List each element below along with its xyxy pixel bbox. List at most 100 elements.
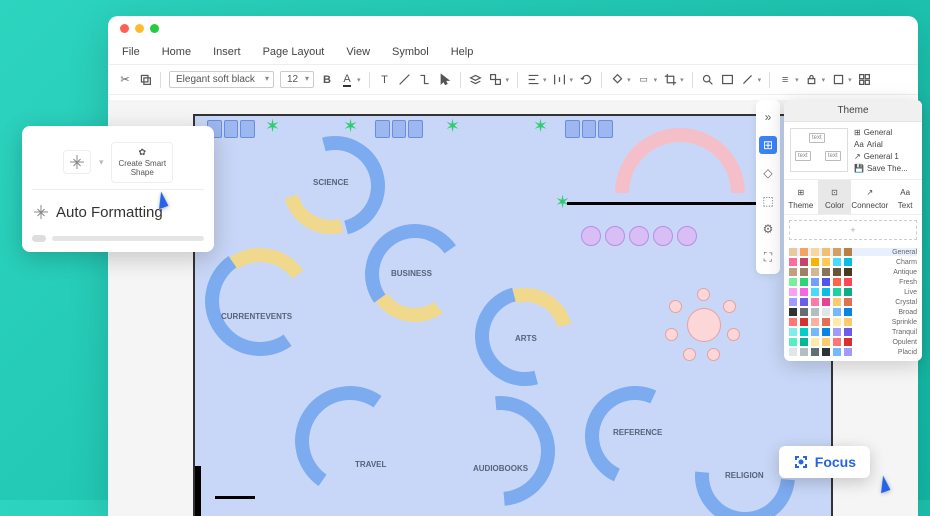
reset-icon[interactable]: [579, 73, 593, 87]
label-religion: RELIGION: [725, 471, 764, 480]
font-color-icon[interactable]: A: [340, 73, 354, 87]
label-science: SCIENCE: [313, 178, 349, 187]
plant-icon: ✶: [343, 116, 358, 137]
side-toolbar: » ⊞ ◇ ⬚ ⚙ ⛶: [756, 100, 780, 274]
swatch-row[interactable]: Antique: [789, 268, 917, 276]
layers-icon[interactable]: [469, 73, 483, 87]
line-icon[interactable]: [398, 73, 412, 87]
theme-opt-general[interactable]: ⊞General: [854, 128, 916, 137]
sofa-3: [565, 120, 613, 138]
label-arts: ARTS: [515, 334, 537, 343]
sofa-2: [375, 120, 423, 138]
menu-symbol[interactable]: Symbol: [392, 46, 429, 58]
label-currentevents: CURRENTEVENTS: [221, 312, 292, 321]
theme-opt-general1[interactable]: ↗General 1: [854, 152, 916, 161]
pointer-icon[interactable]: [438, 73, 452, 87]
wall-segment: [567, 202, 767, 205]
shape-tool-icon[interactable]: ◇: [759, 164, 777, 182]
arc-currentevents-inner: [199, 240, 322, 363]
theme-tabs: ⊞Theme ⊡Color ↗Connector AaText: [784, 179, 922, 215]
plant-icon: ✶: [533, 116, 548, 137]
minimize-dot[interactable]: [135, 24, 144, 33]
sparkle-dropdown[interactable]: [63, 150, 91, 174]
bold-icon[interactable]: B: [320, 73, 334, 87]
zoom-icon[interactable]: [701, 73, 715, 87]
menu-insert[interactable]: Insert: [213, 46, 241, 58]
swatch-list: General Charm Antique Fresh Live Crystal Broad…: [784, 245, 922, 361]
cube-tool-icon[interactable]: ⬚: [759, 192, 777, 210]
tab-theme[interactable]: ⊞Theme: [784, 180, 818, 214]
fit-icon[interactable]: [721, 73, 735, 87]
floor-plan-canvas[interactable]: ✶ ✶ ✶ ✶ ✶ SCIENCE CURRENTEVENTS BUSINESS…: [193, 114, 833, 516]
menu-page-layout[interactable]: Page Layout: [263, 46, 325, 58]
pen-icon[interactable]: [741, 73, 755, 87]
cut-icon[interactable]: ✂: [118, 73, 132, 87]
swatch-row[interactable]: Charm: [789, 258, 917, 266]
toolbar: ✂ Elegant soft black 12 B A▾ T ▾ ▾ ▾ ▾ ▭…: [108, 65, 918, 95]
auto-format-popup: ▾ ✿ Create Smart Shape Auto Formatting: [22, 126, 214, 252]
line-style-icon[interactable]: ≡: [778, 73, 792, 87]
menu-view[interactable]: View: [346, 46, 370, 58]
swatch-row[interactable]: Tranquil: [789, 328, 917, 336]
expand-icon[interactable]: »: [759, 108, 777, 126]
label-travel: TRAVEL: [355, 460, 386, 469]
tab-text[interactable]: AaText: [888, 180, 922, 214]
swatch-row[interactable]: Live: [789, 288, 917, 296]
format-slider[interactable]: [32, 235, 204, 242]
swatch-row[interactable]: General: [789, 248, 917, 256]
swatch-row[interactable]: Fresh: [789, 278, 917, 286]
font-select[interactable]: Elegant soft black: [169, 71, 274, 88]
theme-header: Theme: [784, 100, 922, 122]
lock-icon[interactable]: [805, 73, 819, 87]
auto-formatting-label: Auto Formatting: [32, 200, 204, 225]
plant-icon: ✶: [445, 116, 460, 137]
plant-icon: ✶: [265, 116, 280, 137]
theme-opt-arial[interactable]: AaArial: [854, 140, 916, 149]
wall-segment: [193, 466, 201, 516]
grid-tool-icon[interactable]: ⊞: [759, 136, 777, 154]
distribute-icon[interactable]: [553, 73, 567, 87]
focus-button[interactable]: Focus: [779, 446, 870, 478]
align-icon[interactable]: [526, 73, 540, 87]
menu-help[interactable]: Help: [451, 46, 474, 58]
arc-audiobooks: [423, 374, 578, 516]
fullscreen-tool-icon[interactable]: ⛶: [759, 248, 777, 266]
label-reference: REFERENCE: [613, 428, 662, 437]
group-icon[interactable]: [489, 73, 503, 87]
tab-connector[interactable]: ↗Connector: [851, 180, 888, 214]
wall-segment: [215, 496, 255, 499]
text-icon[interactable]: T: [378, 73, 392, 87]
maximize-dot[interactable]: [150, 24, 159, 33]
sofa-1: [207, 120, 255, 138]
more-icon[interactable]: [858, 73, 872, 87]
purple-seats: [581, 226, 697, 246]
swatch-row[interactable]: Placid: [789, 348, 917, 356]
menubar: File Home Insert Page Layout View Symbol…: [108, 40, 918, 65]
add-theme-button[interactable]: +: [789, 220, 917, 240]
theme-opt-save[interactable]: 💾Save The...: [854, 164, 916, 173]
round-table: [665, 286, 743, 364]
swatch-row[interactable]: Sprinkle: [789, 318, 917, 326]
swatch-row[interactable]: Opulent: [789, 338, 917, 346]
shape-icon[interactable]: [831, 73, 845, 87]
label-audiobooks: AUDIOBOOKS: [473, 464, 528, 473]
menu-file[interactable]: File: [122, 46, 140, 58]
font-size-select[interactable]: 12: [280, 71, 314, 88]
crop-icon[interactable]: [663, 73, 677, 87]
tab-color[interactable]: ⊡Color: [818, 180, 852, 214]
arc-travel: [286, 377, 413, 504]
copy-icon[interactable]: [138, 73, 152, 87]
swatch-row[interactable]: Broad: [789, 308, 917, 316]
titlebar: [108, 16, 918, 40]
connector-icon[interactable]: [418, 73, 432, 87]
theme-panel: Theme text text text ⊞General AaArial ↗G…: [784, 100, 922, 361]
close-dot[interactable]: [120, 24, 129, 33]
theme-preview: text text text: [790, 128, 848, 172]
menu-home[interactable]: Home: [162, 46, 191, 58]
swatch-row[interactable]: Crystal: [789, 298, 917, 306]
label-business: BUSINESS: [391, 269, 432, 278]
create-smart-shape-button[interactable]: ✿ Create Smart Shape: [111, 142, 173, 183]
fill-icon[interactable]: [610, 73, 624, 87]
settings-tool-icon[interactable]: ⚙: [759, 220, 777, 238]
stroke-color-icon[interactable]: ▭: [637, 73, 651, 87]
